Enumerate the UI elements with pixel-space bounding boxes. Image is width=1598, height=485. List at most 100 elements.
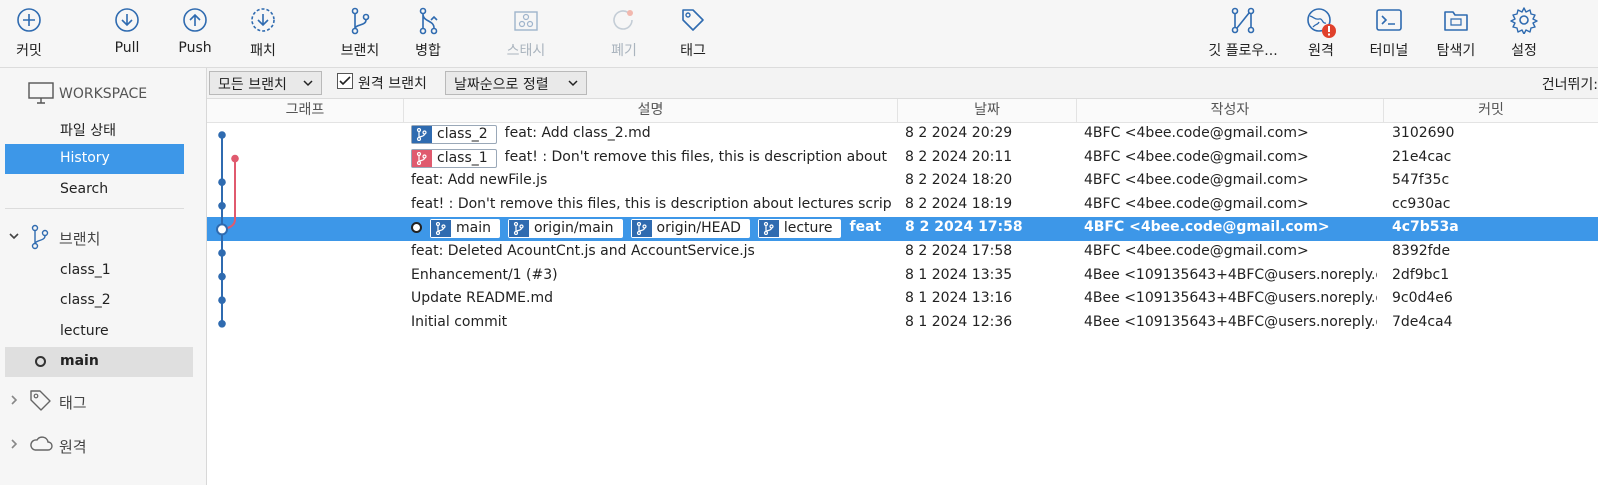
commit-label: 커밋	[16, 43, 42, 59]
sidebar-branch-main[interactable]: main	[5, 347, 193, 377]
sidebar: WORKSPACE 파일 상태 History Search 브랜치 class…	[0, 68, 207, 485]
discard-icon	[613, 10, 633, 30]
remote-branch-checkbox[interactable]	[337, 73, 353, 89]
filter-bar: 모든 브랜치 원격 브랜치 날짜순으로 정렬 건너뛰기:	[207, 68, 1598, 99]
commit-date: 8 2 2024 20:29	[905, 125, 1013, 141]
merge-button[interactable]: 병합	[393, 0, 463, 68]
sidebar-item-label: 파일 상태	[60, 123, 116, 139]
branch-label-tag[interactable]: lecture	[757, 219, 842, 239]
commit-author: 4BFC <4bee.code@gmail.com>	[1084, 195, 1309, 212]
commit-row[interactable]: class_2 feat: Add class_2.md 8 2 2024 20:2…	[207, 123, 1598, 147]
graph-node	[218, 296, 226, 304]
commit-list: class_2 feat: Add class_2.md 8 2 2024 20:2…	[207, 123, 1598, 485]
column-description[interactable]: 설명	[404, 99, 898, 123]
pull-button[interactable]: Pull	[92, 0, 162, 68]
branch-label-name: class_1	[437, 149, 488, 166]
branch-label-name: class_2	[437, 126, 488, 142]
tag-label: 태그	[680, 43, 706, 59]
branch-filter-dropdown[interactable]: 모든 브랜치	[209, 71, 322, 95]
sort-dropdown[interactable]: 날짜순으로 정렬	[445, 71, 587, 95]
patch-button[interactable]: 패치	[228, 0, 298, 68]
stash-button[interactable]: 스태시	[491, 0, 561, 68]
sidebar-item-file-status[interactable]: 파일 상태	[5, 114, 184, 144]
sidebar-branch-class-2[interactable]: class_2	[5, 286, 193, 316]
push-icon	[183, 8, 207, 32]
column-date[interactable]: 날짜	[898, 99, 1077, 123]
git-flow-button[interactable]: 깃 플로우...	[1208, 0, 1278, 68]
column-commit[interactable]: 커밋	[1384, 99, 1598, 123]
merge-label: 병합	[415, 43, 441, 59]
commit-row[interactable]: Initial commit 8 1 2024 12:36 4Bee <109135…	[207, 312, 1598, 336]
branch-label-tag[interactable]: origin/main	[507, 219, 623, 239]
current-branch-icon	[35, 356, 46, 367]
branch-icon	[412, 126, 432, 143]
globe-icon	[1307, 8, 1336, 38]
commit-row[interactable]: feat: Add newFile.js 8 2 2024 18:20 4BFC <…	[207, 170, 1598, 194]
commit-date: 8 2 2024 17:58	[905, 243, 1013, 259]
monitor-icon	[28, 82, 54, 104]
commit-row[interactable]: feat: Deleted AcountCnt.js and AccountSe…	[207, 241, 1598, 265]
commit-button[interactable]: 커밋	[0, 0, 64, 68]
branch-filter-value: 모든 브랜치	[218, 77, 287, 93]
sidebar-item-history[interactable]: History	[5, 144, 184, 174]
branch-icon	[31, 224, 49, 250]
commit-hash: 2df9bc1	[1392, 266, 1450, 283]
commit-date: 8 1 2024 13:35	[905, 266, 1013, 283]
commit-message: feat: Add newFile.js	[411, 172, 548, 189]
settings-button[interactable]: 설정	[1489, 0, 1559, 68]
remote-branch-label[interactable]: 원격 브랜치	[358, 73, 427, 93]
tag-button[interactable]: 태그	[658, 0, 728, 68]
sidebar-branch-class-1[interactable]: class_1	[5, 256, 193, 286]
chevron-right-icon	[11, 439, 18, 449]
settings-label: 설정	[1511, 43, 1537, 59]
graph-node	[218, 272, 226, 281]
commit-row[interactable]: feat! : Don't remove this files, this is…	[207, 194, 1598, 218]
branch-label-tag[interactable]: class_2	[411, 125, 497, 144]
branch-label-tag[interactable]: class_1	[411, 148, 497, 168]
graph-node	[218, 320, 226, 328]
commit-description: feat: Deleted AcountCnt.js and AccountSe…	[411, 243, 891, 259]
sidebar-section-tags[interactable]: 태그	[4, 386, 194, 416]
branches-title: 브랜치	[59, 230, 101, 248]
sidebar-section-remotes[interactable]: 원격	[4, 430, 194, 460]
commit-hash: cc930ac	[1392, 195, 1451, 212]
toolbar: 커밋 Pull Push 패치 브랜치 병합 스태시 폐기 태그 깃 플로우..…	[0, 0, 1598, 68]
commit-row[interactable]: Enhancement/1 (#3) 8 1 2024 13:35 4Bee <10…	[207, 265, 1598, 289]
branch-name: class_1	[60, 262, 111, 278]
sidebar-divider	[5, 208, 184, 209]
commit-hash: 4c7b53a	[1392, 219, 1459, 236]
patch-label: 패치	[250, 43, 276, 59]
head-indicator-icon	[411, 221, 422, 233]
commit-row[interactable]: main origin/main origin/HEAD lecture feat 8 2…	[207, 217, 1598, 241]
commit-row[interactable]: Update README.md 8 1 2024 13:16 4Bee <1091…	[207, 288, 1598, 312]
commit-row[interactable]: class_1 feat! : Don't remove this files, …	[207, 147, 1598, 171]
tag-icon	[682, 9, 704, 31]
commit-message: feat	[849, 219, 882, 236]
sidebar-branch-lecture[interactable]: lecture	[5, 317, 193, 347]
stash-label: 스태시	[506, 43, 546, 59]
graph-branch-line	[221, 158, 236, 231]
commit-author: 4BFC <4bee.code@gmail.com>	[1084, 219, 1330, 236]
branch-icon	[412, 149, 432, 167]
branch-label-tag[interactable]: main	[430, 219, 500, 239]
graph-node	[218, 131, 226, 139]
sort-value: 날짜순으로 정렬	[454, 77, 549, 93]
commit-description: Initial commit	[411, 314, 891, 330]
sidebar-item-search[interactable]: Search	[5, 175, 184, 205]
branch-label-name: lecture	[783, 220, 833, 237]
jump-to-label: 건너뛰기:	[1541, 77, 1598, 93]
graph-node	[216, 223, 228, 236]
commit-message: Initial commit	[411, 313, 508, 330]
chevron-right-icon	[11, 395, 18, 405]
git-flow-icon	[1231, 7, 1255, 34]
branch-label-tag[interactable]: origin/HEAD	[630, 219, 750, 239]
commit-description: feat: Add newFile.js	[411, 172, 891, 188]
graph-node	[218, 202, 226, 210]
commit-hash: 8392fde	[1392, 243, 1451, 259]
column-author[interactable]: 작성자	[1077, 99, 1384, 123]
sidebar-section-branches[interactable]: 브랜치	[4, 222, 194, 252]
commit-hash: 9c0d4e6	[1392, 290, 1453, 307]
pull-icon	[115, 8, 139, 32]
column-graph[interactable]: 그래프	[207, 99, 404, 123]
commit-hash: 21e4cac	[1392, 148, 1452, 165]
